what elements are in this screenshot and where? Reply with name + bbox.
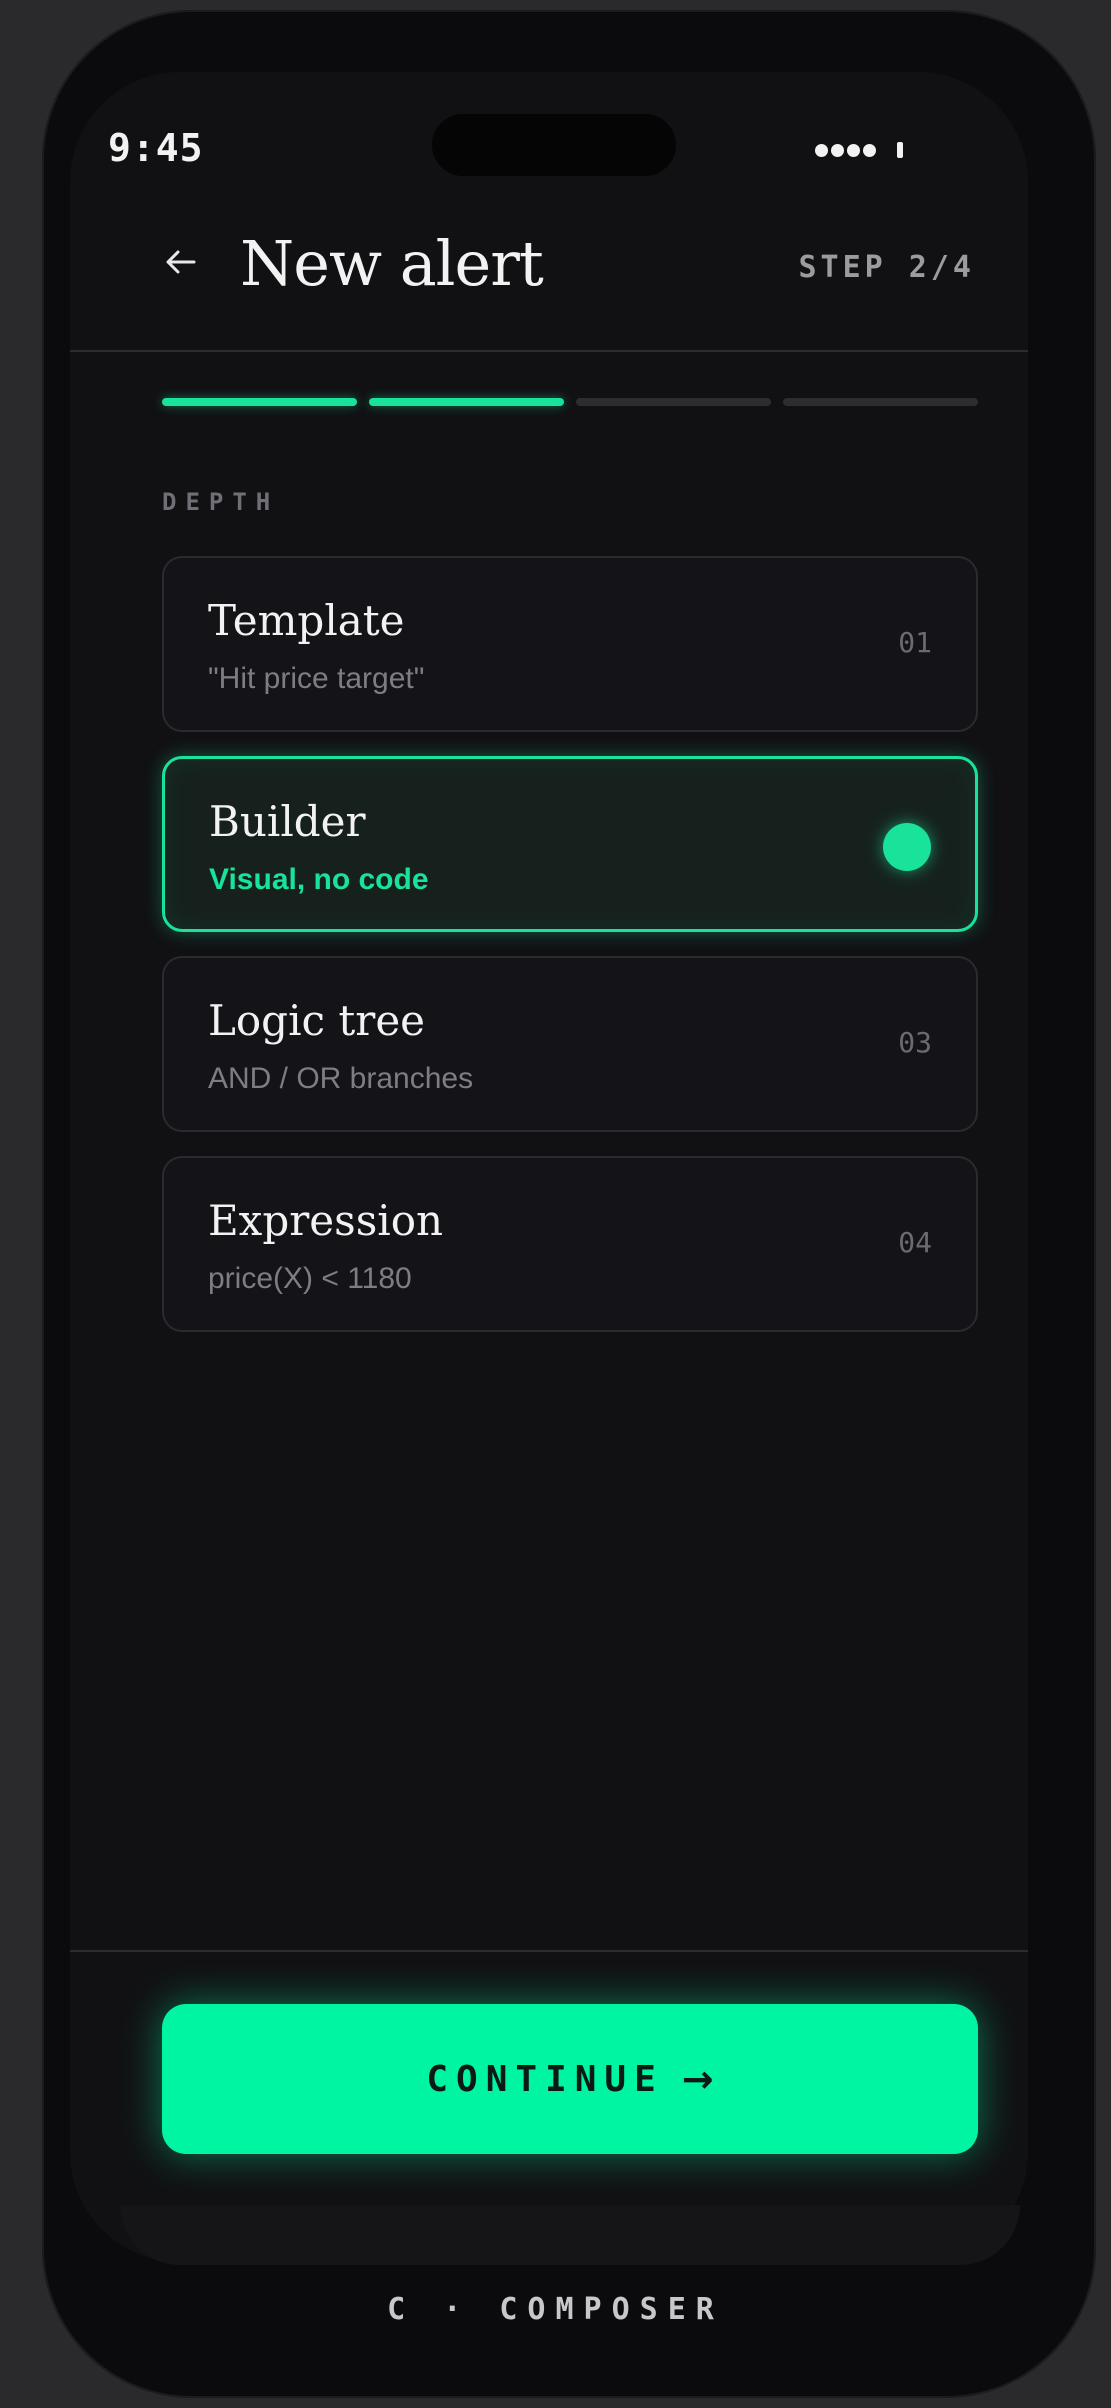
option-builder[interactable]: Builder Visual, no code xyxy=(162,756,978,932)
progress-segment xyxy=(783,398,978,406)
section-label: DEPTH xyxy=(162,488,280,516)
option-subtitle: AND / OR branches xyxy=(208,1062,474,1095)
option-title: Builder xyxy=(209,797,366,846)
option-logic-tree[interactable]: Logic tree AND / OR branches 03 xyxy=(162,956,978,1132)
progress-segment xyxy=(162,398,357,406)
option-number: 03 xyxy=(898,1026,932,1059)
option-subtitle: price(X) < 1180 xyxy=(208,1262,412,1295)
arrow-right-icon: → xyxy=(681,2057,714,2101)
option-subtitle: Visual, no code xyxy=(209,863,429,896)
option-expression[interactable]: Expression price(X) < 1180 04 xyxy=(162,1156,978,1332)
progress-segment xyxy=(576,398,771,406)
step-progress-bar xyxy=(162,398,978,406)
home-area xyxy=(120,2205,1020,2265)
continue-button[interactable]: CONTINUE → xyxy=(162,2004,978,2154)
status-time: 9:45 xyxy=(108,126,204,170)
page-title: New alert xyxy=(240,227,544,300)
dynamic-island xyxy=(432,114,676,176)
arrow-left-icon[interactable] xyxy=(160,242,200,282)
option-title: Expression xyxy=(208,1196,444,1245)
selected-indicator-icon xyxy=(883,823,931,871)
option-subtitle: "Hit price target" xyxy=(208,662,425,695)
footer-divider xyxy=(70,1950,1028,1952)
app-caption: C · COMPOSER xyxy=(387,2292,724,2327)
progress-segment xyxy=(369,398,564,406)
option-number: 01 xyxy=(898,626,932,659)
battery-icon xyxy=(897,142,903,158)
option-template[interactable]: Template "Hit price target" 01 xyxy=(162,556,978,732)
step-indicator: STEP 2/4 xyxy=(798,250,975,285)
depth-options-list: Template "Hit price target" 01 Builder V… xyxy=(162,556,978,1356)
option-title: Logic tree xyxy=(208,996,426,1045)
header-divider xyxy=(70,350,1028,352)
signal-icon xyxy=(815,142,903,158)
option-title: Template xyxy=(208,596,405,645)
continue-label: CONTINUE xyxy=(426,2058,664,2100)
option-number: 04 xyxy=(898,1226,932,1259)
